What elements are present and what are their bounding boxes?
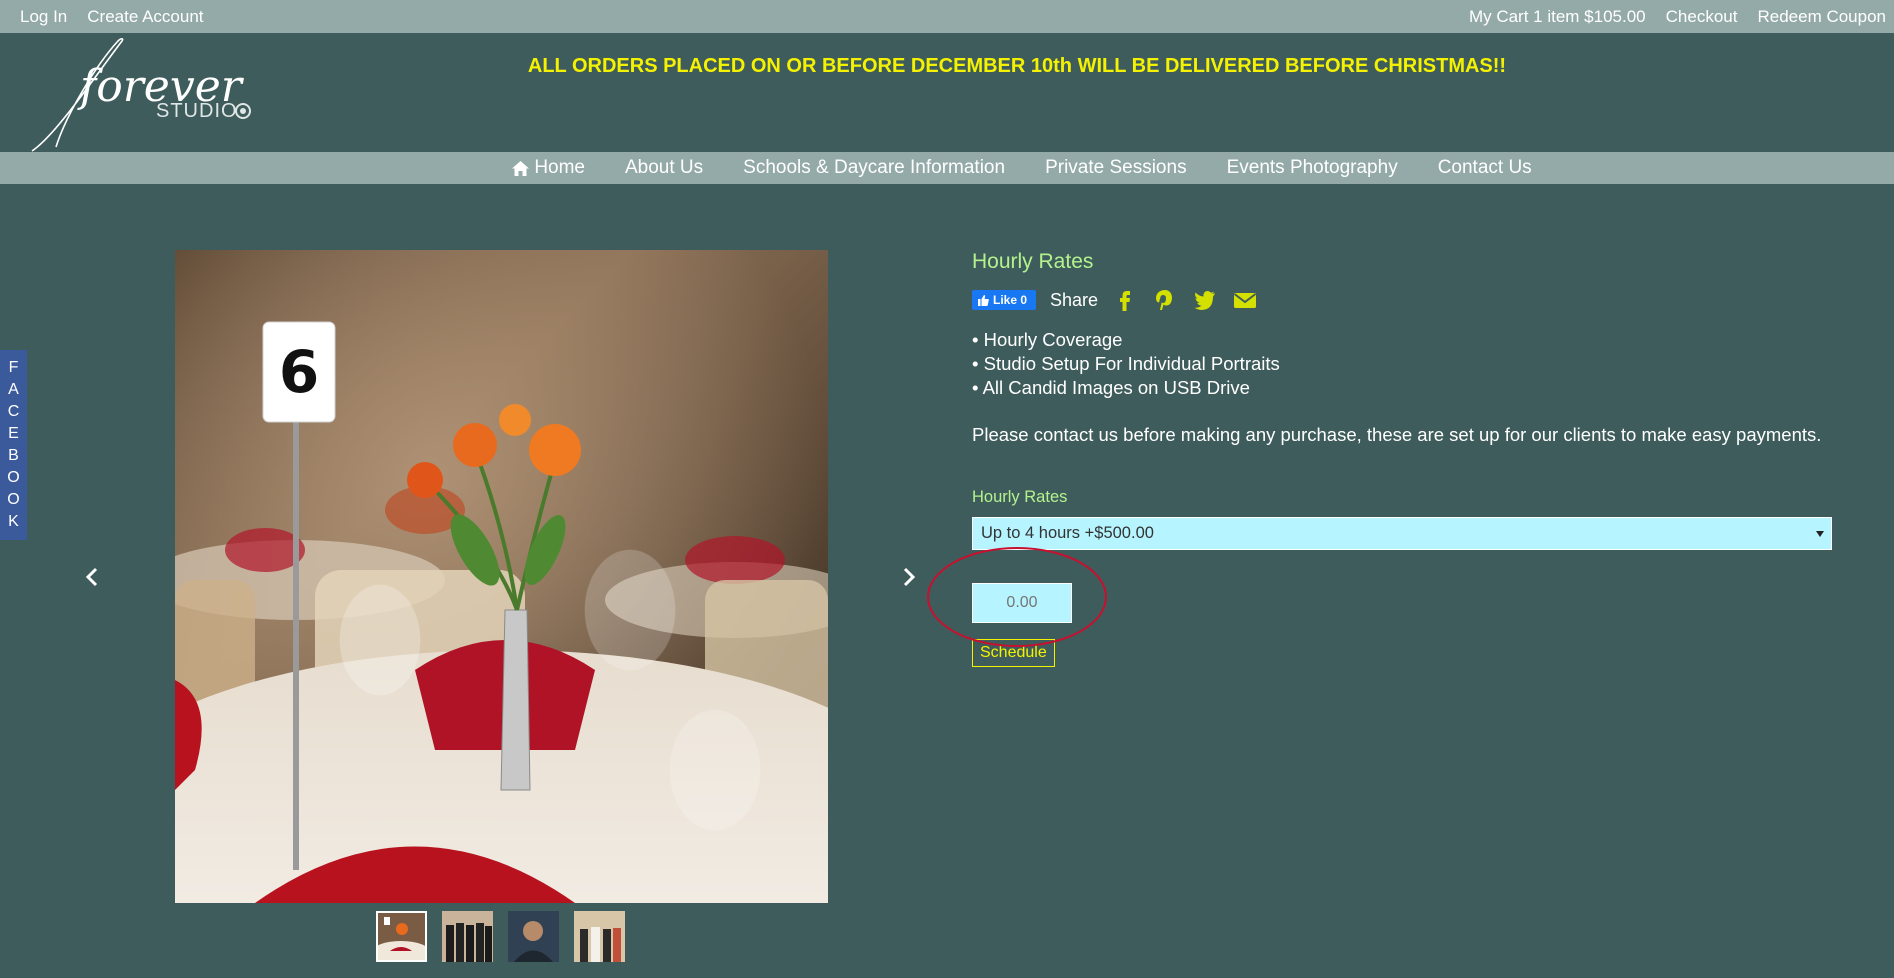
hourly-rate-select[interactable]: Up to 4 hours +$500.00: [972, 517, 1832, 550]
thumbnail-portrait[interactable]: [508, 911, 559, 962]
nav-schools[interactable]: Schools & Daycare Information: [743, 157, 1005, 179]
gallery-next-arrow-icon[interactable]: [896, 565, 920, 589]
feature-item: • All Candid Images on USB Drive: [972, 377, 1250, 398]
fb-letter: A: [8, 381, 19, 398]
table-number: 6: [279, 338, 319, 406]
amount-field-wrapper: [927, 547, 1832, 647]
pinterest-share-icon[interactable]: [1152, 287, 1178, 313]
facebook-side-tab[interactable]: F A C E B O O K: [0, 350, 27, 540]
product-panel: Hourly Rates Like 0 Share • Hourly Cover…: [927, 250, 1832, 667]
forever-studio-logo[interactable]: forever STUDIO: [26, 35, 266, 153]
thumbnail-strip: [376, 911, 625, 962]
option-label: Hourly Rates: [972, 488, 1068, 506]
redeem-coupon-link[interactable]: Redeem Coupon: [1757, 7, 1886, 27]
schedule-button[interactable]: Schedule: [972, 639, 1055, 667]
logo-word-studio: STUDIO: [156, 100, 238, 122]
checkout-link[interactable]: Checkout: [1666, 7, 1738, 27]
holiday-announcement: ALL ORDERS PLACED ON OR BEFORE DECEMBER …: [527, 55, 1507, 77]
facebook-like-button[interactable]: Like 0: [972, 290, 1037, 310]
facebook-share-icon[interactable]: [1112, 287, 1138, 313]
main-nav: Home About Us Schools & Daycare Informat…: [0, 152, 1894, 184]
share-label: Share: [1050, 289, 1099, 310]
amount-input[interactable]: [972, 583, 1072, 623]
product-features: • Hourly Coverage • Studio Setup For Ind…: [972, 328, 1832, 400]
nav-private-sessions[interactable]: Private Sessions: [1045, 157, 1187, 179]
thumbnail-wedding-party[interactable]: [574, 911, 625, 962]
fb-like-label: Like 0: [993, 293, 1028, 307]
nav-contact[interactable]: Contact Us: [1438, 157, 1532, 179]
product-main-photo[interactable]: 6: [175, 250, 828, 903]
nav-about[interactable]: About Us: [625, 157, 703, 179]
create-account-link[interactable]: Create Account: [87, 7, 203, 27]
nav-home-label: Home: [534, 157, 585, 178]
feature-item: • Studio Setup For Individual Portraits: [972, 353, 1280, 374]
product-title: Hourly Rates: [972, 250, 1094, 273]
nav-events[interactable]: Events Photography: [1227, 157, 1398, 179]
top-utility-bar: Log In Create Account My Cart 1 item $10…: [0, 0, 1894, 33]
twitter-share-icon[interactable]: [1192, 287, 1218, 313]
thumbnail-group-suits[interactable]: [442, 911, 493, 962]
gallery-prev-arrow-icon[interactable]: [81, 565, 105, 589]
fb-letter: C: [7, 403, 20, 420]
purchase-note: Please contact us before making any purc…: [972, 424, 1822, 445]
fb-letter: O: [7, 469, 20, 486]
share-row: Like 0 Share: [972, 286, 1832, 314]
account-links: Log In Create Account: [20, 7, 204, 27]
site-header: forever STUDIO ALL ORDERS PLACED ON OR B…: [0, 33, 1894, 152]
fb-letter: K: [8, 513, 19, 530]
centerpiece-photo: 6: [175, 250, 828, 903]
fb-letter: O: [7, 491, 20, 508]
cart-links: My Cart 1 item $105.00 Checkout Redeem C…: [1469, 7, 1886, 27]
login-link[interactable]: Log In: [20, 7, 67, 27]
dropdown-arrow-icon: [1816, 530, 1824, 537]
home-icon: [512, 160, 530, 176]
fb-letter: F: [8, 359, 19, 376]
feature-item: • Hourly Coverage: [972, 329, 1123, 350]
fb-letter: E: [8, 425, 19, 442]
nav-home[interactable]: Home: [512, 157, 585, 179]
email-share-icon[interactable]: [1232, 287, 1258, 313]
selected-option: Up to 4 hours +$500.00: [981, 524, 1154, 542]
thumbs-up-icon: [978, 294, 989, 306]
fb-letter: B: [8, 447, 19, 464]
thumbnail-centerpiece[interactable]: [376, 911, 427, 962]
cart-link[interactable]: My Cart 1 item $105.00: [1469, 7, 1646, 27]
